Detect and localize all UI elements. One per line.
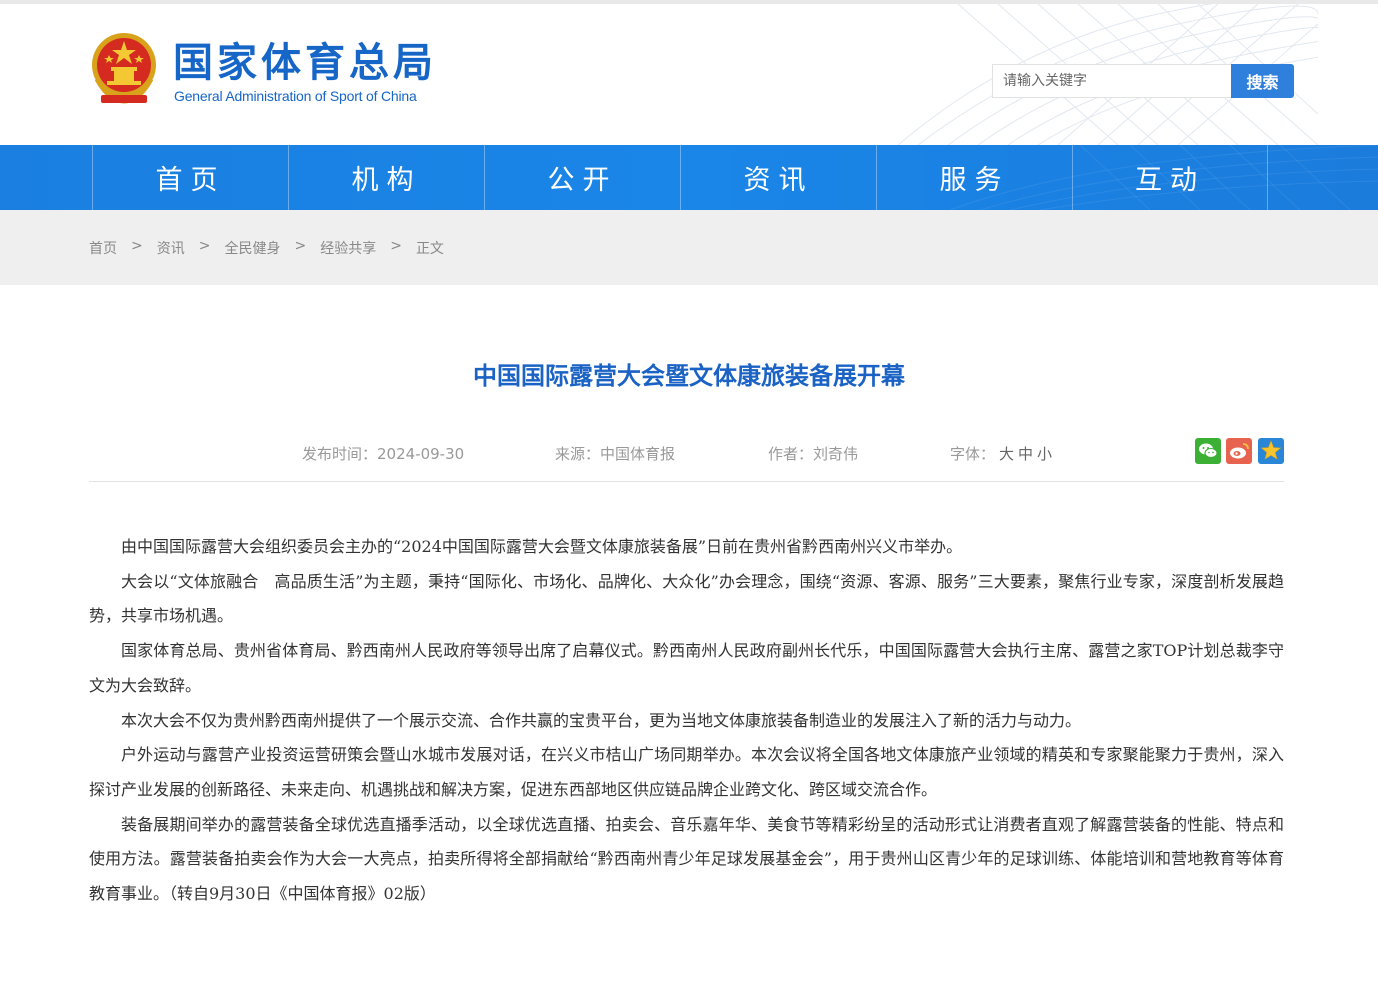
article-paragraph: 国家体育总局、贵州省体育局、黔西南州人民政府等领导出席了启幕仪式。黔西南州人民政… [89,641,1284,695]
breadcrumb-separator: > [294,238,307,254]
breadcrumb-news[interactable]: 资讯 [157,238,185,258]
font-small-button[interactable]: 小 [1037,445,1052,463]
breadcrumb-separator: > [131,238,143,254]
article-paragraph: 装备展期间举办的露营装备全球优选直播季活动，以全球优选直播、拍卖会、音乐嘉年华、… [89,814,1284,904]
breadcrumb-experience[interactable]: 经验共享 [320,238,376,258]
article-divider [89,481,1284,482]
nav-item-organization[interactable]: 机构 [288,145,484,210]
font-medium-button[interactable]: 中 [1018,445,1033,463]
font-size-label: 字体： [950,445,996,463]
article-body: 由中国国际露营大会组织委员会主办的“2024中国国际露营大会暨文体康旅装备展”日… [89,530,1284,912]
wechat-share-button[interactable] [1195,438,1221,464]
breadcrumb-current: 正文 [415,241,444,257]
star-icon [1260,440,1282,460]
national-emblem-logo [92,33,156,104]
nav-item-news[interactable]: 资讯 [680,145,876,210]
font-large-button[interactable]: 大 [999,445,1014,463]
article-paragraph: 大会以“文体旅融合 高品质生活”为主题，秉持“国际化、市场化、品牌化、大众化”办… [89,571,1284,626]
site-subtitle: General Administration of Sport of China [174,88,417,104]
weibo-share-button[interactable] [1226,438,1252,464]
nav-item-service[interactable]: 服务 [876,145,1072,210]
wechat-icon [1199,443,1218,458]
nav-item-interaction[interactable]: 互动 [1072,145,1268,210]
weibo-icon [1230,443,1249,459]
article-author: 作者：刘奇伟 [768,445,859,463]
breadcrumb-home[interactable]: 首页 [89,238,117,258]
breadcrumb-separator: > [198,238,211,254]
article-paragraph: 户外运动与露营产业投资运营研策会暨山水城市发展对话，在兴义市桔山广场同期举办。本… [89,745,1284,799]
site-header: 国家体育总局 General Administration of Sport o… [0,4,1378,145]
favorite-share-button[interactable] [1258,438,1284,464]
search-button[interactable]: 搜索 [1231,64,1294,98]
breadcrumb: 首页 > 资讯 > 全民健身 > 经验共享 > 正文 [89,238,452,258]
search-input[interactable] [992,64,1232,98]
breadcrumb-fitness[interactable]: 全民健身 [224,238,280,258]
article-paragraph: 本次大会不仅为贵州黔西南州提供了一个展示交流、合作共赢的宝贵平台，更为当地文体康… [121,710,1082,730]
site-title[interactable]: 国家体育总局 [173,40,437,86]
nav-item-home[interactable]: 首页 [92,145,288,210]
main-nav: 首页 机构 公开 资讯 服务 互动 [0,145,1378,210]
article-title: 中国国际露营大会暨文体康旅装备展开幕 [473,362,905,390]
font-size-control: 字体：大中小 [950,443,1052,464]
breadcrumb-bar: 首页 > 资讯 > 全民健身 > 经验共享 > 正文 [0,210,1378,285]
article-paragraph: 由中国国际露营大会组织委员会主办的“2024中国国际露营大会暨文体康旅装备展”日… [121,537,963,556]
publish-date: 发布时间：2024-09-30 [302,445,465,463]
nav-item-public[interactable]: 公开 [484,145,680,210]
article-source: 来源：中国体育报 [555,445,676,463]
breadcrumb-separator: > [390,238,402,254]
